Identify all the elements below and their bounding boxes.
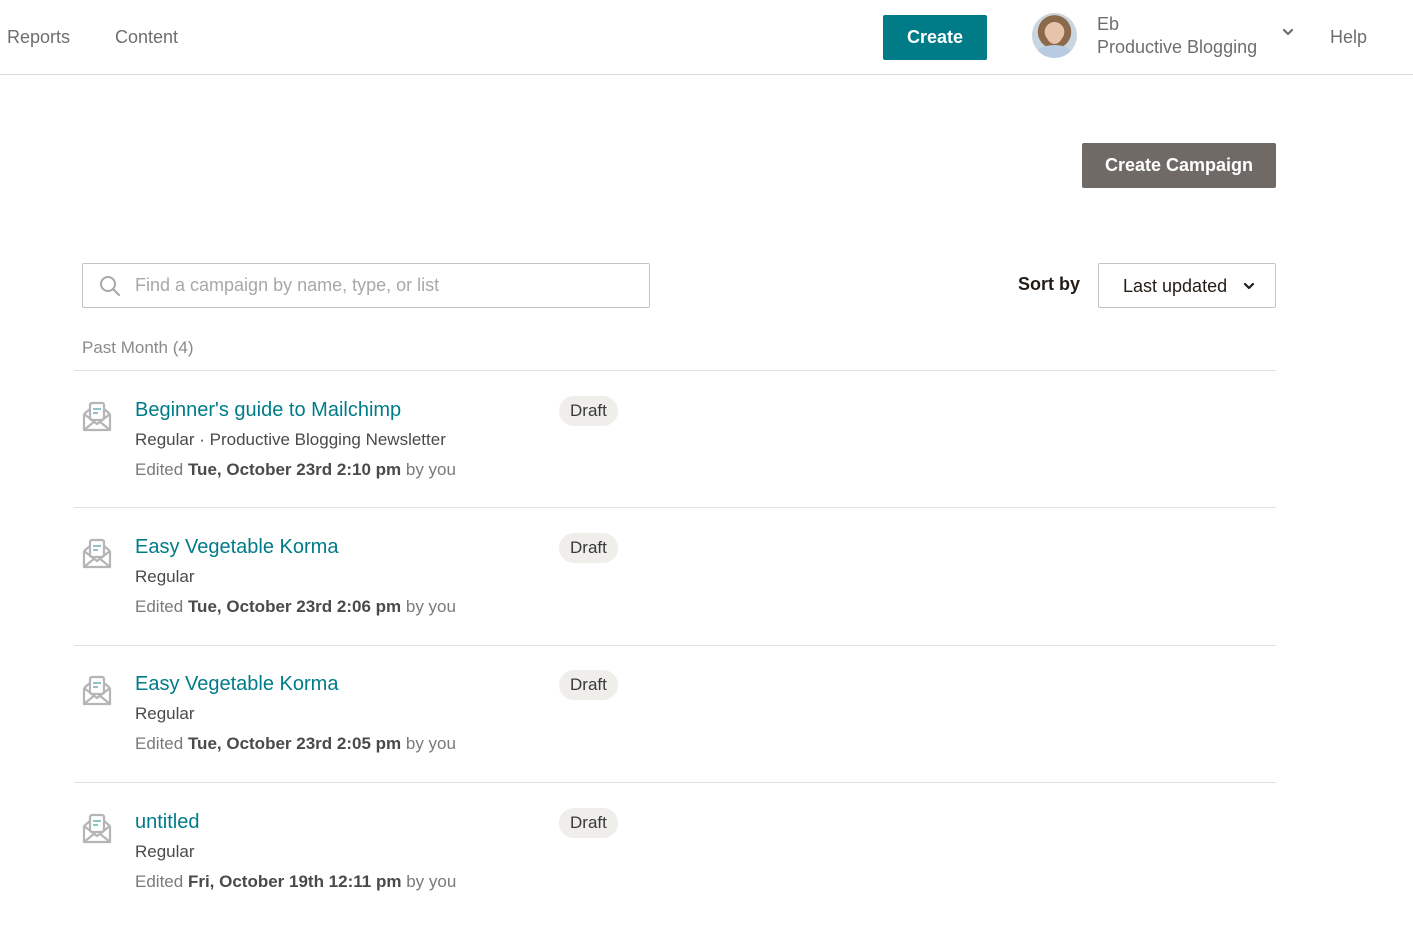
group-label: Past Month (4) bbox=[82, 338, 194, 357]
status-badge: Draft bbox=[559, 670, 618, 700]
campaign-edited: Edited Tue, October 23rd 2:06 pm by you bbox=[135, 597, 456, 617]
edited-prefix: Edited bbox=[135, 460, 184, 479]
status-badge: Draft bbox=[559, 533, 618, 563]
edited-suffix: by you bbox=[405, 734, 456, 753]
campaign-subtitle: Regular · Productive Blogging Newsletter bbox=[135, 430, 446, 449]
campaign-title-link[interactable]: Easy Vegetable Korma bbox=[135, 536, 338, 559]
sort-selected-value: Last updated bbox=[1123, 276, 1228, 296]
account-user-name: Eb bbox=[1097, 14, 1120, 34]
edited-date: Tue, October 23rd 2:10 pm bbox=[187, 460, 402, 479]
edited-suffix: by you bbox=[405, 460, 456, 479]
edited-date: Tue, October 23rd 2:06 pm bbox=[187, 597, 402, 616]
nav-link-content[interactable]: Content bbox=[115, 27, 178, 48]
nav-link-reports[interactable]: Reports bbox=[7, 27, 70, 48]
campaign-row: Beginner's guide to Mailchimp Regular · … bbox=[74, 371, 1276, 508]
sort-label: Sort by bbox=[1018, 274, 1081, 294]
chevron-down-icon[interactable] bbox=[1281, 25, 1295, 39]
account-switcher[interactable]: Eb Productive Blogging bbox=[1097, 13, 1257, 59]
avatar-face bbox=[1046, 22, 1063, 44]
email-campaign-icon bbox=[82, 538, 112, 569]
nav-link-help[interactable]: Help bbox=[1330, 27, 1367, 48]
campaign-row: Easy Vegetable Korma Regular Edited Tue,… bbox=[74, 645, 1276, 782]
account-org-name: Productive Blogging bbox=[1097, 37, 1258, 57]
sort-dropdown[interactable]: Last updated bbox=[1098, 263, 1276, 308]
campaign-row: untitled Regular Edited Fri, October 19t… bbox=[74, 783, 1276, 920]
create-button[interactable]: Create bbox=[883, 15, 987, 60]
campaign-edited: Edited Fri, October 19th 12:11 pm by you bbox=[135, 872, 456, 892]
chevron-down-icon bbox=[1243, 282, 1255, 290]
status-badge: Draft bbox=[559, 808, 618, 838]
email-campaign-icon bbox=[82, 813, 112, 844]
edited-date: Tue, October 23rd 2:05 pm bbox=[187, 734, 402, 753]
edited-prefix: Edited bbox=[135, 872, 184, 891]
edited-prefix: Edited bbox=[135, 734, 184, 753]
edited-suffix: by you bbox=[405, 597, 456, 616]
search-input[interactable] bbox=[135, 264, 635, 307]
campaign-search bbox=[82, 263, 650, 308]
campaign-row: Easy Vegetable Korma Regular Edited Tue,… bbox=[74, 508, 1276, 645]
campaign-title-link[interactable]: Easy Vegetable Korma bbox=[135, 673, 338, 696]
campaign-subtitle: Regular bbox=[135, 704, 195, 723]
avatar[interactable] bbox=[1032, 13, 1077, 58]
campaign-subtitle: Regular bbox=[135, 567, 195, 586]
campaign-title-link[interactable]: Beginner's guide to Mailchimp bbox=[135, 399, 401, 422]
search-icon bbox=[100, 276, 120, 296]
edited-date: Fri, October 19th 12:11 pm bbox=[187, 872, 402, 891]
edited-prefix: Edited bbox=[135, 597, 184, 616]
edited-suffix: by you bbox=[406, 872, 457, 891]
campaign-subtitle: Regular bbox=[135, 842, 195, 861]
status-badge: Draft bbox=[559, 396, 618, 426]
email-campaign-icon bbox=[82, 401, 112, 432]
create-campaign-button[interactable]: Create Campaign bbox=[1082, 143, 1276, 188]
campaign-edited: Edited Tue, October 23rd 2:05 pm by you bbox=[135, 734, 456, 754]
avatar-shoulders bbox=[1036, 45, 1073, 58]
top-nav: Reports Content Create Eb Productive Blo… bbox=[0, 0, 1413, 75]
campaign-edited: Edited Tue, October 23rd 2:10 pm by you bbox=[135, 460, 456, 480]
campaign-title-link[interactable]: untitled bbox=[135, 811, 200, 834]
email-campaign-icon bbox=[82, 675, 112, 706]
